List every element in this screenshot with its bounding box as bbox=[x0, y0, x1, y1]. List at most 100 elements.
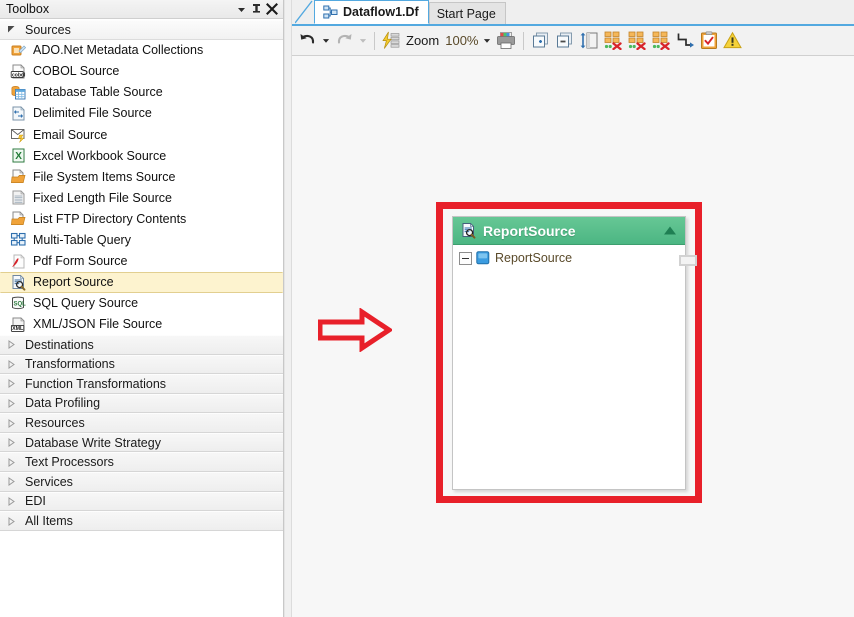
triangle-up-icon[interactable] bbox=[662, 223, 678, 239]
toolbox-item[interactable]: Pdf Form Source bbox=[0, 250, 283, 272]
add-copy-icon bbox=[533, 32, 549, 48]
toolbox-item-label: ADO.Net Metadata Collections bbox=[33, 43, 204, 58]
toolbox-item[interactable]: cobol COBOL Source bbox=[0, 60, 283, 82]
toolbox-pin-button[interactable] bbox=[249, 2, 264, 17]
toolbox-category-label: EDI bbox=[25, 494, 46, 509]
minus-expander-icon[interactable] bbox=[459, 251, 472, 265]
toolbar-separator bbox=[374, 31, 375, 50]
toolbox-item[interactable]: Multi-Table Query bbox=[0, 229, 283, 251]
dataflow-canvas[interactable]: ReportSource ReportSource bbox=[292, 56, 854, 617]
toolbox-category-label: Transformations bbox=[25, 357, 115, 372]
toolbox-item[interactable]: Fixed Length File Source bbox=[0, 187, 283, 209]
tab-dataflow1[interactable]: Dataflow1.Df bbox=[314, 0, 429, 24]
validate-button[interactable] bbox=[698, 29, 720, 53]
zoom-dropdown-button[interactable] bbox=[481, 29, 493, 53]
toolbox-category-services[interactable]: Services bbox=[0, 472, 283, 492]
add-copy-button[interactable] bbox=[529, 29, 552, 53]
redo-button[interactable] bbox=[333, 29, 356, 53]
svg-text:cobol: cobol bbox=[12, 72, 26, 78]
excel-workbook-icon: X bbox=[9, 147, 27, 165]
tab-label: Start Page bbox=[436, 6, 496, 21]
toolbox-item[interactable]: XML XML/JSON File Source bbox=[0, 313, 283, 335]
toolbox-item[interactable]: List FTP Directory Contents bbox=[0, 208, 283, 230]
toolbox-category-all-items[interactable]: All Items bbox=[0, 511, 283, 531]
fixed-length-file-icon bbox=[9, 189, 27, 207]
toolbox-category-label: Text Processors bbox=[25, 455, 114, 470]
toolbox-item[interactable]: File System Items Source bbox=[0, 166, 283, 188]
print-button[interactable] bbox=[494, 29, 518, 53]
toolbox-item-list[interactable]: Sources ADO.Net Metadata Collections cob… bbox=[0, 19, 283, 617]
node-tree-item[interactable]: ReportSource bbox=[459, 249, 685, 267]
triangle-collapsed-icon bbox=[7, 359, 21, 369]
red-pointer-arrow bbox=[318, 308, 392, 352]
toolbox-category-label: Sources bbox=[25, 22, 71, 37]
hierarchy-remove-icon bbox=[605, 31, 623, 50]
clipboard-check-icon bbox=[701, 31, 718, 49]
lightning-bolt-icon bbox=[382, 31, 400, 49]
tab-start-page[interactable]: Start Page bbox=[428, 2, 506, 24]
toolbox-item[interactable]: ADO.Net Metadata Collections bbox=[0, 39, 283, 61]
zoom-value[interactable]: 100% bbox=[443, 33, 480, 48]
toolbox-category-label: All Items bbox=[25, 514, 73, 529]
remove-copy-icon bbox=[557, 32, 573, 48]
toolbox-category-edi[interactable]: EDI bbox=[0, 491, 283, 512]
toolbox-item-report-source[interactable]: Report Source bbox=[0, 271, 283, 293]
toolbox-item-label: Report Source bbox=[33, 275, 114, 290]
pin-icon bbox=[253, 4, 260, 13]
chevron-down-icon bbox=[322, 39, 330, 43]
output-port[interactable] bbox=[679, 255, 697, 266]
application-window: Toolbox Sources ADO.Net Metadata Collect… bbox=[0, 0, 854, 617]
toolbox-item-label: Multi-Table Query bbox=[33, 232, 131, 247]
resize-button[interactable] bbox=[577, 29, 601, 53]
remove-links-2-button[interactable] bbox=[626, 29, 649, 53]
reportsource-node-header[interactable]: ReportSource bbox=[453, 217, 685, 245]
toolbox-item[interactable]: X Excel Workbook Source bbox=[0, 145, 283, 167]
toolbox-item[interactable]: Email Source bbox=[0, 123, 283, 146]
undo-dropdown-button[interactable] bbox=[320, 29, 332, 53]
toolbox-item[interactable]: Delimited File Source bbox=[0, 102, 283, 124]
toolbox-category-label: Services bbox=[25, 474, 73, 489]
toolbox-category-resources[interactable]: Resources bbox=[0, 413, 283, 433]
report-source-icon bbox=[460, 222, 477, 239]
toolbox-item-label: File System Items Source bbox=[33, 169, 176, 184]
toolbox-item-label: COBOL Source bbox=[33, 64, 120, 79]
remove-links-1-button[interactable] bbox=[602, 29, 625, 53]
reportsource-node[interactable]: ReportSource ReportSource bbox=[452, 216, 697, 490]
toolbox-close-button[interactable] bbox=[264, 2, 279, 17]
warnings-button[interactable] bbox=[721, 29, 744, 53]
remove-links-3-button[interactable] bbox=[650, 29, 673, 53]
panel-splitter[interactable] bbox=[284, 0, 292, 617]
toolbox-item[interactable]: Database Table Source bbox=[0, 81, 283, 103]
toolbox-item-label: Pdf Form Source bbox=[33, 254, 128, 269]
redo-dropdown-button[interactable] bbox=[357, 29, 369, 53]
remove-copy-button[interactable] bbox=[553, 29, 576, 53]
editor-area: Dataflow1.Df Start Page Zoom 100% Report… bbox=[292, 0, 854, 617]
svg-text:SQL: SQL bbox=[13, 301, 26, 307]
undo-button[interactable] bbox=[296, 29, 319, 53]
toolbox-header: Toolbox bbox=[0, 0, 283, 19]
toolbox-category-text-processors[interactable]: Text Processors bbox=[0, 452, 283, 473]
toolbox-category-label: Destinations bbox=[25, 337, 94, 352]
toolbox-category-function-transformations[interactable]: Function Transformations bbox=[0, 374, 283, 394]
toolbox-category-database-write-strategy[interactable]: Database Write Strategy bbox=[0, 432, 283, 453]
run-dataflow-button[interactable] bbox=[380, 29, 403, 53]
toolbox-category-data-profiling[interactable]: Data Profiling bbox=[0, 393, 283, 414]
toolbox-category-sources[interactable]: Sources bbox=[0, 20, 283, 40]
tab-label: Dataflow1.Df bbox=[343, 5, 419, 19]
toolbox-category-label: Data Profiling bbox=[25, 396, 101, 411]
blue-square-icon bbox=[476, 251, 490, 265]
toolbox-category-transformations[interactable]: Transformations bbox=[0, 354, 283, 375]
toolbox-item-label: Email Source bbox=[33, 127, 108, 142]
triangle-collapsed-icon bbox=[7, 477, 21, 487]
toolbox-item[interactable]: SQL SQL Query Source bbox=[0, 292, 283, 314]
toolbox-item-label: SQL Query Source bbox=[33, 296, 139, 311]
zoom-label: Zoom bbox=[406, 33, 440, 48]
toolbox-category-destinations[interactable]: Destinations bbox=[0, 334, 283, 355]
hierarchy-remove-icon bbox=[629, 31, 647, 50]
triangle-collapsed-icon bbox=[7, 516, 21, 526]
vertical-resize-icon bbox=[581, 32, 598, 49]
toolbox-dropdown-button[interactable] bbox=[234, 2, 249, 17]
auto-route-button[interactable] bbox=[674, 29, 697, 53]
toolbox-item-label: Database Table Source bbox=[33, 85, 163, 100]
chevron-down-icon bbox=[484, 39, 491, 43]
